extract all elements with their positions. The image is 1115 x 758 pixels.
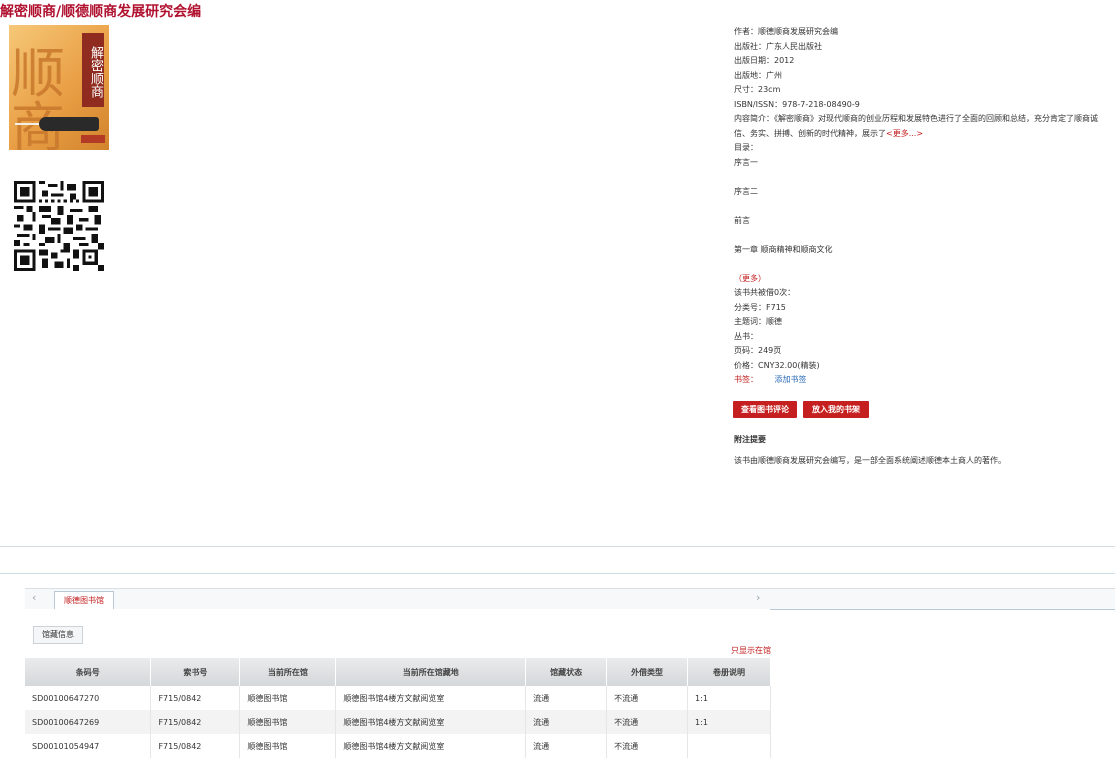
library-cell: 顺德图书馆 <box>239 686 337 710</box>
table-row: SD00100647270 F715/0842 顺德图书馆 顺德图书馆4楼方文献… <box>25 686 771 710</box>
book-cover-image: 顺商 解密顺商 <box>9 25 109 150</box>
column-header: 卷册说明 <box>687 658 771 686</box>
location-cell: 顺德图书馆4楼方文献阅览室 <box>335 686 527 710</box>
holdings-table: 条码号 索书号 当前所在馆 当前所在馆藏地 馆藏状态 外借类型 卷册说明 SD0… <box>25 658 771 758</box>
table-header-row: 条码号 索书号 当前所在馆 当前所在馆藏地 馆藏状态 外借类型 卷册说明 <box>25 658 771 686</box>
toc-label: 目录： <box>734 143 758 152</box>
notes-body: 该书由顺德顺商发展研究会编写，是一部全面系统阐述顺德本土商人的著作。 <box>734 456 1006 465</box>
add-to-shelf-button[interactable]: 放入我的书架 <box>803 401 869 418</box>
tab-holding-info[interactable]: 馆藏信息 <box>33 626 83 644</box>
loan-type-cell: 不流通 <box>606 734 689 758</box>
loan-type-cell: 不流通 <box>606 710 689 734</box>
toc-item: 第一章 顺商精神和顺商文化 <box>734 244 833 254</box>
table-row: SD00100647269 F715/0842 顺德图书馆 顺德图书馆4楼方文献… <box>25 710 771 734</box>
column-header: 当前所在馆 <box>239 658 337 686</box>
toc-more-link[interactable]: （更多） <box>734 272 1104 287</box>
pub-place-line: 出版地：广州 <box>734 70 782 80</box>
location-cell: 顺德图书馆4楼方文献阅览室 <box>335 734 527 758</box>
price-line: 价格：CNY32.00(精装) <box>734 360 820 370</box>
page-title: 解密顺商/顺德顺商发展研究会编 <box>0 4 202 20</box>
library-tab-bar: ‹ 顺德图书馆 › <box>25 588 1115 611</box>
only-in-library-link[interactable]: 只显示在馆 <box>731 645 771 656</box>
bookmark-line: 书签： 添加书签 <box>734 373 1104 388</box>
summary-more-link[interactable]: <更多...> <box>886 129 923 138</box>
author-line: 作者：顺德顺商发展研究会编 <box>734 27 838 36</box>
column-header: 馆藏状态 <box>525 658 608 686</box>
toc-item: 序言二 <box>734 186 758 196</box>
subject-line: 主题词：顺德 <box>734 317 782 326</box>
column-header: 索书号 <box>150 658 241 686</box>
table-row: SD00101054947 F715/0842 顺德图书馆 顺德图书馆4楼方文献… <box>25 734 771 758</box>
status-cell: 流通 <box>525 734 608 758</box>
pages-line: 页码：249页 <box>734 346 782 355</box>
library-cell: 顺德图书馆 <box>239 734 337 758</box>
cover-hand <box>39 117 99 131</box>
book-details: 作者：顺德顺商发展研究会编 出版社：广东人民出版社 出版日期：2012 出版地：… <box>734 25 1104 388</box>
loan-type-cell: 不流通 <box>606 686 689 710</box>
status-cell: 流通 <box>525 686 608 710</box>
column-header: 外借类型 <box>606 658 689 686</box>
action-buttons: 查看图书评论 放入我的书架 <box>733 397 875 418</box>
add-bookmark-link[interactable]: 添加书签 <box>775 375 807 384</box>
call-number-cell: F715/0842 <box>150 710 241 734</box>
divider <box>0 546 1115 547</box>
library-cell: 顺德图书馆 <box>239 710 337 734</box>
qr-code <box>14 181 104 271</box>
location-cell: 顺德图书馆4楼方文献阅览室 <box>335 710 527 734</box>
view-reviews-button[interactable]: 查看图书评论 <box>733 401 797 418</box>
volume-cell: 1:1 <box>687 710 771 734</box>
chevron-left-icon[interactable]: ‹ <box>32 591 36 604</box>
toc-item: 前言 <box>734 215 750 225</box>
class-no-line: 分类号：F715 <box>734 302 786 312</box>
volume-cell: 1:1 <box>687 686 771 710</box>
call-number-cell: F715/0842 <box>150 686 241 710</box>
size-line: 尺寸：23cm <box>734 85 781 94</box>
series-line: 丛书： <box>734 331 758 341</box>
cover-publisher-mark <box>81 135 105 143</box>
call-number-cell: F715/0842 <box>150 734 241 758</box>
barcode-cell: SD00100647270 <box>25 686 152 710</box>
barcode-cell: SD00100647269 <box>25 710 152 734</box>
bookmark-label: 书签： <box>734 375 758 384</box>
summary-block: 内容简介：《解密顺商》对现代顺商的创业历程和发展特色进行了全面的回顾和总结，充分… <box>734 112 1104 141</box>
cover-title-band: 解密顺商 <box>82 33 104 107</box>
volume-cell <box>687 734 771 758</box>
notes-heading: 附注提要 <box>734 435 766 444</box>
publisher-line: 出版社：广东人民出版社 <box>734 41 822 51</box>
column-header: 条码号 <box>25 658 152 686</box>
column-header: 当前所在馆藏地 <box>335 658 527 686</box>
toc-item: 序言一 <box>734 157 758 167</box>
barcode-cell: SD00101054947 <box>25 734 152 758</box>
borrow-count-line: 该书共被借0次： <box>734 288 796 297</box>
divider <box>0 573 1115 574</box>
pub-date-line: 出版日期：2012 <box>734 56 795 65</box>
chevron-right-icon[interactable]: › <box>756 591 760 604</box>
tab-shunde-library[interactable]: 顺德图书馆 <box>54 591 114 611</box>
isbn-line: ISBN/ISSN：978-7-218-08490-9 <box>734 99 860 109</box>
status-cell: 流通 <box>525 710 608 734</box>
